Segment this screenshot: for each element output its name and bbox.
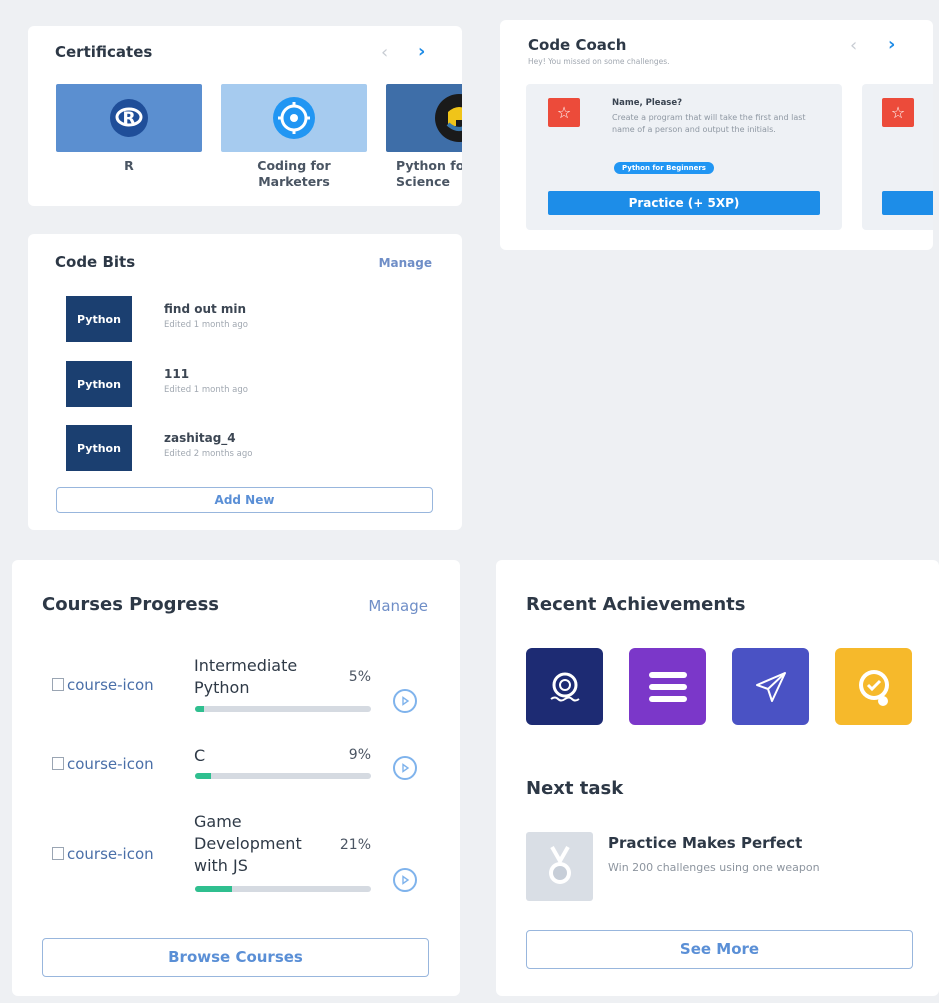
- add-new-button[interactable]: Add New: [56, 487, 433, 513]
- achievement-badge-lifebuoy[interactable]: [526, 648, 603, 725]
- browse-courses-button[interactable]: Browse Courses: [42, 938, 429, 977]
- lifebuoy-icon: [549, 672, 580, 701]
- code-bit-item[interactable]: Python zashitag_4 Edited 2 months ago: [66, 425, 446, 471]
- certificate-label: R: [124, 158, 134, 173]
- course-name[interactable]: C: [194, 745, 324, 767]
- course-progress-fill: [195, 773, 211, 779]
- code-bit-name: find out min: [164, 302, 247, 316]
- course-progress-bar: [195, 773, 371, 779]
- star-icon: ☆: [882, 98, 914, 127]
- certificate-item-python-data-science[interactable]: Python for Data Science: [386, 84, 462, 190]
- course-icon: course-icon: [52, 676, 154, 694]
- course-percent: 9%: [348, 747, 371, 763]
- certificates-title: Certificates: [55, 43, 153, 61]
- code-bit-name: zashitag_4: [164, 431, 236, 445]
- star-icon: ☆: [548, 98, 580, 127]
- certificate-item-r[interactable]: R R: [56, 84, 202, 174]
- challenge-tag[interactable]: Python for Beginners: [614, 162, 714, 174]
- certificates-card: Certificates ‹ › R R Coding for Marketer: [28, 26, 462, 206]
- chevron-left-icon[interactable]: ‹: [381, 44, 388, 62]
- code-bits-title: Code Bits: [55, 253, 136, 271]
- next-task-name: Practice Makes Perfect: [608, 834, 803, 852]
- course-icon: course-icon: [52, 845, 154, 863]
- certificate-tile: [386, 84, 462, 152]
- play-icon[interactable]: [393, 689, 417, 713]
- course-progress-fill: [195, 886, 232, 892]
- course-name[interactable]: Intermediate Python: [194, 655, 324, 699]
- chevron-left-icon[interactable]: ‹: [850, 37, 857, 55]
- python-badge: Python: [66, 425, 132, 471]
- achievement-badge-paper-plane[interactable]: [732, 648, 809, 725]
- play-icon[interactable]: [393, 756, 417, 780]
- course-name[interactable]: Game Development with JS: [194, 811, 319, 877]
- course-icon-alt: course-icon: [67, 676, 154, 694]
- challenge-description: Create a program that will take the firs…: [612, 113, 806, 134]
- practice-button-next[interactable]: [882, 191, 933, 215]
- practice-button[interactable]: Practice (+ 5XP): [548, 191, 820, 215]
- svg-text:R: R: [122, 109, 135, 129]
- code-bit-item[interactable]: Python find out min Edited 1 month ago: [66, 296, 446, 342]
- gear-check-icon: [858, 669, 889, 706]
- python-logo-icon: [435, 94, 462, 142]
- achievement-badge-gear-check[interactable]: [835, 648, 912, 725]
- code-coach-title: Code Coach: [528, 36, 627, 54]
- courses-manage-link[interactable]: Manage: [368, 597, 428, 615]
- course-percent: 21%: [339, 837, 371, 853]
- course-icon: course-icon: [52, 755, 154, 773]
- target-icon: [273, 97, 315, 139]
- code-bit-edited: Edited 1 month ago: [164, 385, 248, 395]
- achievements-title: Recent Achievements: [526, 594, 746, 615]
- chevron-right-icon[interactable]: ›: [888, 36, 895, 54]
- course-progress-bar: [195, 886, 371, 892]
- challenge-card[interactable]: ☆ Name, Please? Create a program that wi…: [526, 84, 842, 230]
- course-progress-fill: [195, 706, 204, 712]
- course-icon-alt: course-icon: [67, 845, 154, 863]
- medal-icon: [526, 832, 593, 901]
- play-icon[interactable]: [393, 868, 417, 892]
- challenge-title: Name, Please?: [612, 98, 683, 108]
- next-task-description: Win 200 challenges using one weapon: [608, 861, 820, 874]
- code-bit-edited: Edited 2 months ago: [164, 449, 253, 459]
- achievement-badge-menu[interactable]: [629, 648, 706, 725]
- code-bit-item[interactable]: Python 111 Edited 1 month ago: [66, 361, 446, 407]
- chevron-right-icon[interactable]: ›: [418, 43, 425, 61]
- paper-plane-icon: [755, 671, 786, 702]
- code-bits-card: Code Bits Manage Python find out min Edi…: [28, 234, 462, 530]
- menu-lines-icon: [648, 671, 687, 702]
- see-more-button[interactable]: See More: [526, 930, 913, 969]
- code-bit-name: 111: [164, 367, 190, 381]
- course-percent: 5%: [348, 669, 371, 685]
- certificate-label: Coding for Marketers: [257, 158, 331, 189]
- code-bit-edited: Edited 1 month ago: [164, 320, 248, 330]
- certificate-item-coding-for-marketers[interactable]: Coding for Marketers: [221, 84, 367, 190]
- code-bits-manage-link[interactable]: Manage: [379, 256, 432, 270]
- python-badge: Python: [66, 361, 132, 407]
- code-coach-subtitle: Hey! You missed on some challenges.: [528, 57, 670, 66]
- next-task-title: Next task: [526, 778, 624, 799]
- certificate-tile: R: [56, 84, 202, 152]
- certificate-label: Python for Data Science: [396, 158, 462, 189]
- code-coach-card: Code Coach Hey! You missed on some chall…: [500, 20, 933, 250]
- course-progress-bar: [195, 706, 371, 712]
- courses-progress-title: Courses Progress: [42, 594, 220, 615]
- python-badge: Python: [66, 296, 132, 342]
- challenge-card-next[interactable]: ☆: [862, 84, 933, 230]
- r-logo-icon: R: [110, 99, 148, 137]
- certificate-tile: [221, 84, 367, 152]
- next-task-item[interactable]: Practice Makes Perfect Win 200 challenge…: [526, 832, 916, 902]
- course-icon-alt: course-icon: [67, 755, 154, 773]
